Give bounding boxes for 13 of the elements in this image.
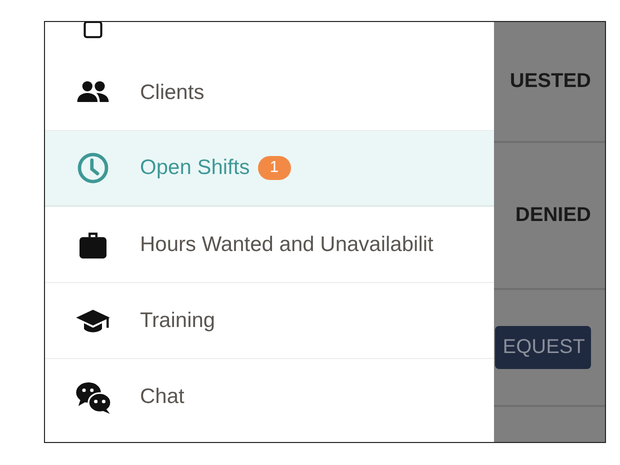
request-button[interactable]: EQUEST [494,326,591,369]
clock-icon [75,150,111,186]
menu-item[interactable]: Chat [45,359,494,435]
menu-label: Open Shifts [140,156,250,180]
menu-label: Chat [140,385,184,409]
count-badge: 1 [258,156,291,180]
menu-item[interactable]: Hours Wanted and Unavailabilit [45,207,494,283]
menu-label: Hours Wanted and Unavailabilit [140,232,434,256]
menu-label: Training [140,308,216,332]
status-label: UESTED [510,70,591,93]
menu-label: Clients [140,80,204,104]
status-label: DENIED [515,204,591,227]
menu-item[interactable]: Training [45,283,494,359]
